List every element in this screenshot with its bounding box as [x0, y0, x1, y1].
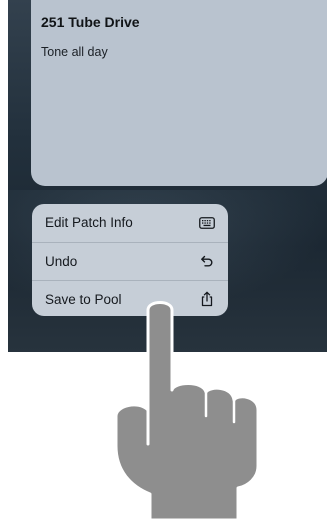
- patch-title: 251 Tube Drive: [41, 14, 140, 30]
- keyboard-icon: [198, 214, 216, 232]
- patch-description: Tone all day: [41, 45, 108, 59]
- menu-item-label: Undo: [45, 253, 78, 269]
- menu-item-label: Edit Patch Info: [45, 215, 133, 230]
- patch-preview-card: 251 Tube Drive Tone all day: [31, 0, 327, 186]
- undo-menu-item[interactable]: Undo: [32, 242, 228, 279]
- pointing-hand-icon: [110, 298, 270, 525]
- undo-arrow-icon: [198, 252, 216, 270]
- edit-patch-info-menu-item[interactable]: Edit Patch Info: [32, 204, 228, 241]
